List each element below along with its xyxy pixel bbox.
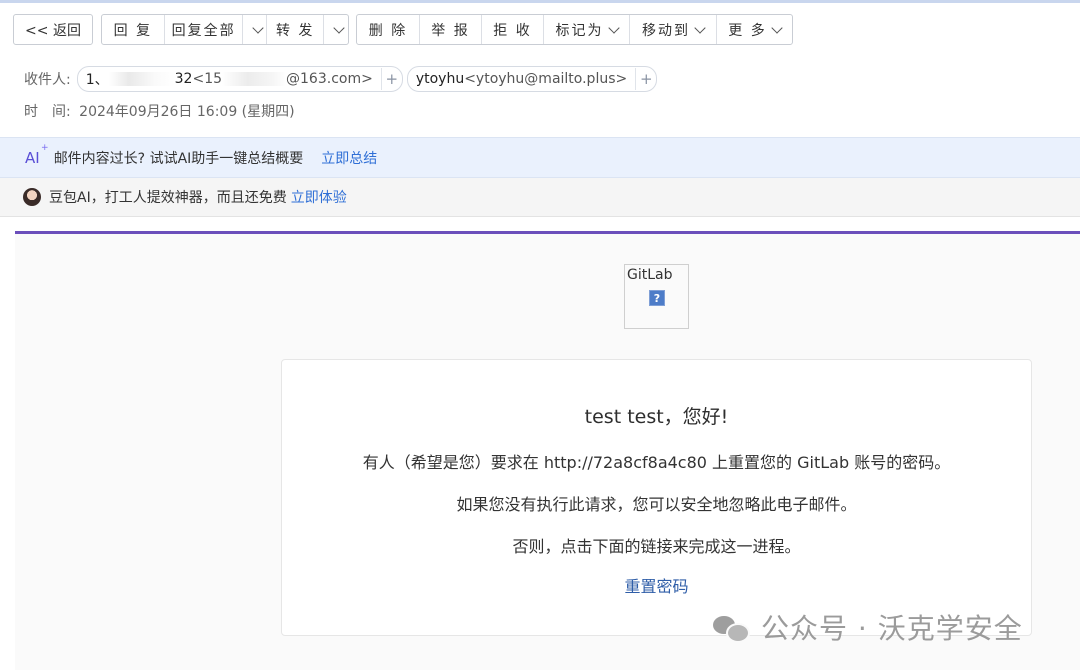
summarize-now-link[interactable]: 立即总结 — [321, 148, 377, 168]
ai-icon: AI + — [25, 143, 49, 167]
more-button[interactable]: 更 多 — [717, 15, 792, 44]
ai-summary-text: 邮件内容过长? 试试AI助手一键总结概要 — [53, 150, 304, 167]
redacted-block — [222, 72, 287, 86]
redacted-block — [108, 72, 175, 86]
chevron-down-icon — [694, 21, 706, 34]
add-contact-icon[interactable]: + — [380, 68, 402, 90]
doubao-avatar-icon — [23, 188, 41, 206]
reject-button[interactable]: 拒 收 — [482, 15, 544, 44]
reply-group: 回 复 回复全部 转 发 — [101, 14, 349, 45]
recipients-row: 收件人: 1、 32 <15 @163.com> + ytoyhu <ytoyh… — [24, 66, 661, 92]
doubao-ad-bar: 豆包AI，打工人提效神器，而且还免费 立即体验 — [0, 178, 1080, 217]
email-paragraph: 否则，点击下面的链接来完成这一进程。 — [512, 537, 801, 556]
recipient-chip[interactable]: ytoyhu <ytoyhu@mailto.plus> + — [406, 66, 658, 92]
ai-summary-bar: AI + 邮件内容过长? 试试AI助手一键总结概要 立即总结 — [0, 137, 1080, 178]
email-content-card: test test，您好! 有人（希望是您）要求在 http://72a8cf8… — [281, 359, 1032, 636]
broken-image-icon: ? — [649, 290, 665, 306]
logo-alt-text: GitLab — [627, 267, 673, 283]
email-paragraph: 有人（希望是您）要求在 http://72a8cf8a4c80 上重置您的 Gi… — [362, 453, 951, 472]
ai-icon-sup: + — [41, 142, 49, 153]
mark-as-label: 标记为 — [555, 22, 604, 39]
recipients-label: 收件人: — [24, 72, 71, 88]
reply-button[interactable]: 回 复 — [102, 15, 165, 44]
time-value: 2024年09月26日 16:09 (星期四) — [79, 104, 295, 120]
chevron-down-icon — [333, 21, 345, 34]
watermark: 公众号 · 沃克学安全 — [713, 607, 1023, 647]
email-greeting: test test，您好! — [584, 406, 729, 428]
more-label: 更 多 — [728, 22, 767, 39]
move-to-label: 移动到 — [642, 22, 690, 39]
chevron-down-icon — [607, 21, 620, 34]
try-now-link[interactable]: 立即体验 — [291, 187, 347, 207]
report-button[interactable]: 举 报 — [420, 15, 482, 44]
time-row: 时 间: 2024年09月26日 16:09 (星期四) — [24, 101, 295, 121]
ai-icon-text: AI — [25, 148, 40, 167]
recipient-name-end: 32 — [174, 71, 193, 87]
doubao-ad-text: 豆包AI，打工人提效神器，而且还免费 — [49, 190, 287, 206]
add-contact-icon[interactable]: + — [635, 68, 656, 90]
mark-as-button[interactable]: 标记为 — [544, 15, 630, 44]
watermark-text: 公众号 · 沃克学安全 — [761, 612, 1023, 645]
recipient-address-end: @163.com> — [286, 71, 373, 87]
recipient-address: <15 — [192, 71, 223, 87]
recipient-name: ytoyhu — [415, 71, 465, 87]
email-header-stripe — [15, 231, 1080, 234]
chevron-down-icon — [252, 21, 264, 34]
move-to-button[interactable]: 移动到 — [630, 15, 717, 44]
recipient-name: 1、 — [85, 72, 109, 88]
time-label: 时 间: — [24, 104, 71, 120]
recipient-address: <ytoyhu@mailto.plus> — [464, 71, 628, 87]
reply-all-dropdown[interactable] — [243, 15, 268, 44]
gitlab-logo-image: GitLab ? — [624, 264, 689, 329]
delete-button[interactable]: 删 除 — [357, 15, 420, 44]
reply-all-button[interactable]: 回复全部 — [165, 15, 244, 44]
email-paragraph: 如果您没有执行此请求，您可以安全地忽略此电子邮件。 — [456, 495, 857, 514]
recipient-chip[interactable]: 1、 32 <15 @163.com> + — [76, 66, 403, 92]
forward-button[interactable]: 转 发 — [267, 15, 325, 44]
wechat-icon — [713, 614, 750, 643]
reset-password-link[interactable]: 重置密码 — [282, 573, 1031, 597]
action-group: 删 除 举 报 拒 收 标记为 移动到 更 多 — [356, 14, 793, 45]
back-button[interactable]: << 返回 — [13, 14, 93, 45]
chevron-down-icon — [771, 21, 783, 34]
forward-dropdown[interactable] — [324, 15, 348, 44]
top-border — [0, 0, 1080, 3]
